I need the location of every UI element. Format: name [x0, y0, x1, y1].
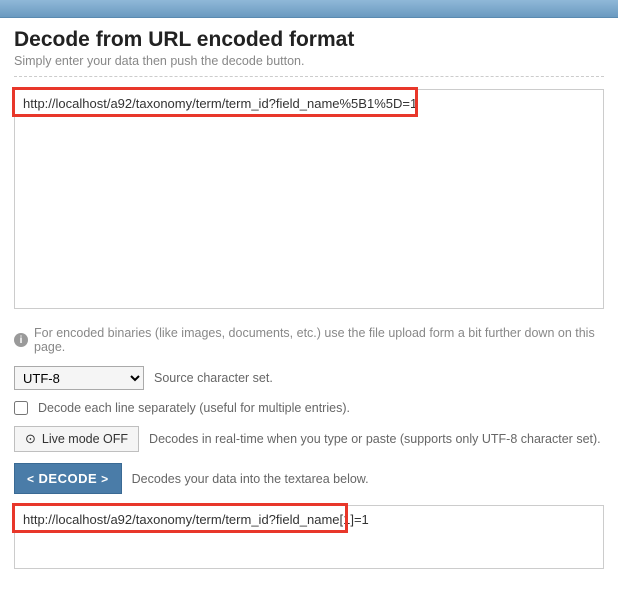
- input-wrap: [14, 89, 604, 314]
- info-icon: i: [14, 333, 28, 347]
- charset-label: Source character set.: [154, 371, 273, 385]
- main-container: Decode from URL encoded format Simply en…: [0, 18, 618, 596]
- perline-row: Decode each line separately (useful for …: [14, 401, 604, 415]
- livemode-row: ⊙ Live mode OFF Decodes in real-time whe…: [14, 426, 604, 452]
- top-bar: [0, 0, 618, 18]
- decode-label: Decodes your data into the textarea belo…: [132, 472, 369, 486]
- output-wrap: [14, 505, 604, 574]
- livemode-label: Decodes in real-time when you type or pa…: [149, 432, 601, 446]
- decode-button[interactable]: < DECODE >: [14, 463, 122, 494]
- divider: [14, 76, 604, 77]
- decode-button-label: DECODE: [39, 471, 98, 486]
- info-row: i For encoded binaries (like images, doc…: [14, 326, 604, 354]
- toggle-icon: ⊙: [25, 431, 36, 447]
- page-subtitle: Simply enter your data then push the dec…: [14, 54, 604, 68]
- perline-checkbox[interactable]: [14, 401, 28, 415]
- info-text: For encoded binaries (like images, docum…: [34, 326, 604, 354]
- livemode-button[interactable]: ⊙ Live mode OFF: [14, 426, 139, 452]
- livemode-button-label: Live mode OFF: [42, 432, 128, 446]
- chevron-right-icon: >: [101, 472, 109, 486]
- input-textarea[interactable]: [14, 89, 604, 309]
- charset-row: UTF-8 Source character set.: [14, 366, 604, 390]
- decode-row: < DECODE > Decodes your data into the te…: [14, 463, 604, 494]
- perline-label: Decode each line separately (useful for …: [38, 401, 350, 415]
- page-title: Decode from URL encoded format: [14, 28, 604, 52]
- chevron-left-icon: <: [27, 472, 35, 486]
- charset-select[interactable]: UTF-8: [14, 366, 144, 390]
- output-textarea[interactable]: [14, 505, 604, 569]
